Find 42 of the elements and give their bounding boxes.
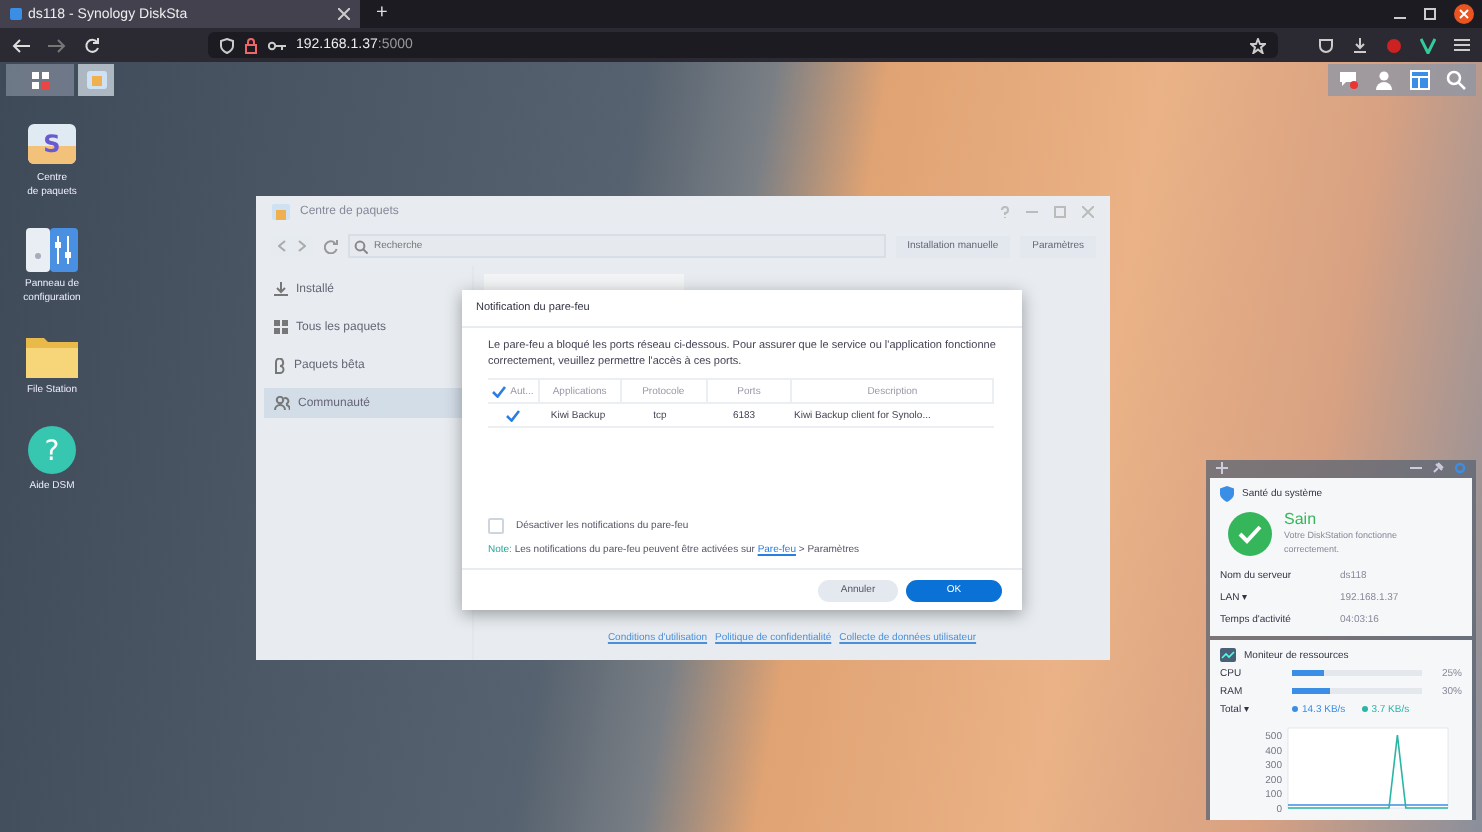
close-icon[interactable] [338,8,350,20]
shield-icon [220,37,234,53]
shield-icon [1220,485,1234,501]
menu-icon[interactable] [1454,38,1470,52]
checkmark-icon[interactable] [506,409,520,421]
control-panel-icon[interactable] [25,228,78,272]
apps-grid-icon [31,71,49,89]
pin-icon[interactable] [1432,461,1444,473]
refresh-icon[interactable] [324,239,338,253]
pocket-icon[interactable] [1318,37,1334,53]
forward-icon[interactable] [48,37,66,53]
package-icon [85,70,107,90]
grid-icon [274,320,288,334]
lock-icon [244,37,258,53]
download-icon [274,282,288,296]
people-icon [274,396,290,410]
close-icon[interactable] [1454,4,1474,24]
v-icon[interactable] [1420,37,1436,53]
folder-icon[interactable] [26,334,78,378]
new-tab-button[interactable]: + [360,0,404,28]
main-menu-button[interactable] [6,64,74,96]
monitor-icon [1220,648,1236,662]
check-circle-icon [1228,511,1272,555]
beta-icon [274,357,286,373]
checkbox[interactable] [488,518,504,534]
user-icon[interactable] [1374,70,1394,90]
health-status: Sain [1284,510,1319,528]
package-icon [272,204,290,220]
add-icon[interactable] [1216,461,1228,473]
widgets-icon[interactable] [1410,70,1430,90]
download-icon[interactable] [1352,37,1368,53]
site-icon [10,8,22,20]
checkmark-icon[interactable] [492,385,507,397]
reload-icon[interactable] [84,37,100,53]
bookmark-star-icon[interactable] [1250,37,1266,53]
key-icon [268,39,286,51]
maximize-icon[interactable] [1424,8,1436,20]
chat-icon[interactable] [1338,70,1358,90]
search-icon[interactable] [1446,70,1466,90]
question-mark: ? [44,436,60,468]
search-icon [354,239,368,253]
forward-icon[interactable] [298,240,306,252]
